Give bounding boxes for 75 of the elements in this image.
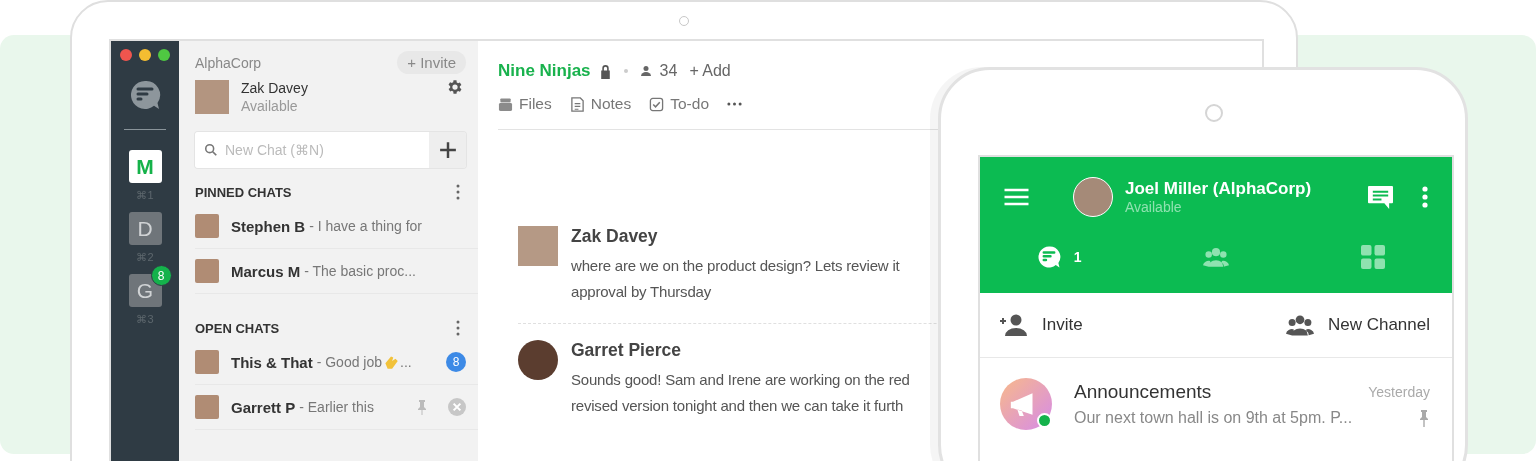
avatar-placeholder bbox=[195, 259, 219, 283]
person-icon bbox=[639, 65, 652, 77]
minimize-icon[interactable] bbox=[139, 49, 151, 61]
section-title: OPEN CHATS bbox=[195, 320, 280, 336]
message-text: approval by Thursday bbox=[571, 282, 712, 302]
chat-list-item[interactable]: This & That - Good job ... 8 bbox=[195, 340, 478, 385]
megaphone-icon bbox=[1000, 378, 1052, 430]
user-name: Zak Davey bbox=[241, 80, 309, 96]
separator-dot bbox=[623, 69, 628, 73]
chat-name: Stephen B bbox=[231, 217, 306, 235]
checkbox-icon bbox=[649, 96, 665, 112]
menu-icon[interactable] bbox=[1004, 188, 1029, 206]
message-icon[interactable] bbox=[1367, 184, 1394, 210]
message-text: revised version tonight and then we can take it furth bbox=[571, 396, 905, 416]
channel-tab[interactable]: Notes bbox=[569, 95, 632, 113]
close-icon[interactable] bbox=[120, 49, 132, 61]
add-member-link[interactable]: + Add bbox=[689, 62, 731, 80]
preview-ellipsis: ... bbox=[400, 354, 412, 370]
chat-name: Announcements bbox=[1074, 381, 1212, 403]
plus-icon bbox=[438, 141, 457, 159]
grid-icon bbox=[1360, 245, 1387, 269]
maximize-icon[interactable] bbox=[158, 49, 170, 61]
action-link[interactable]: New Channel bbox=[1285, 314, 1430, 336]
message-text: Sounds good! Sam and Irene are working on the red bbox=[571, 370, 910, 390]
chat-list-item[interactable]: Announcements Yesterday Our next town hall is on 9th at 5pm. P... bbox=[980, 358, 1452, 430]
unread-badge: 8 bbox=[150, 265, 172, 286]
chat-preview: - I have a thing for bbox=[309, 218, 423, 234]
new-chat-button[interactable] bbox=[429, 132, 466, 168]
message-author: Garret Pierce bbox=[571, 340, 682, 361]
people-icon bbox=[1285, 314, 1314, 336]
search-field[interactable]: New Chat (⌘N) bbox=[195, 132, 429, 168]
chat-list-item[interactable]: Marcus M - The basic proc... bbox=[195, 249, 478, 294]
chat-name: Marcus M bbox=[231, 262, 301, 280]
chat-name: This & That bbox=[231, 353, 313, 371]
channel-tab[interactable]: To-do bbox=[649, 95, 709, 113]
document-icon bbox=[569, 96, 585, 112]
more-icon[interactable] bbox=[727, 102, 742, 106]
chat-preview: Our next town hall is on 9th at 5pm. P... bbox=[1074, 409, 1353, 427]
unread-badge: 8 bbox=[446, 352, 466, 372]
team-name: AlphaCorp bbox=[195, 54, 262, 71]
avatar-placeholder bbox=[195, 214, 219, 238]
settings-icon[interactable] bbox=[446, 78, 464, 96]
action-link[interactable]: Invite bbox=[1000, 314, 1083, 336]
user-status: Available bbox=[241, 98, 299, 114]
files-icon bbox=[498, 96, 513, 112]
avatar-placeholder bbox=[1073, 177, 1113, 217]
message-text: where are we on the product design? Lets review it bbox=[571, 256, 900, 276]
avatar-placeholder bbox=[518, 226, 558, 266]
message-author: Zak Davey bbox=[571, 226, 659, 247]
chat-bubble-icon bbox=[1035, 245, 1062, 269]
chat-time: Yesterday bbox=[1368, 384, 1430, 400]
chat-logo-icon bbox=[129, 79, 161, 111]
avatar-placeholder bbox=[195, 395, 219, 419]
add-person-icon bbox=[1000, 314, 1028, 336]
user-status: Available bbox=[1125, 199, 1183, 215]
people-icon bbox=[1203, 245, 1229, 269]
chat-name: Garrett P bbox=[231, 398, 296, 416]
user-name: Joel Miller (AlphaCorp) bbox=[1125, 179, 1313, 199]
section-title: PINNED CHATS bbox=[195, 184, 292, 200]
search-icon bbox=[204, 143, 218, 157]
chat-preview: - The basic proc... bbox=[304, 263, 416, 279]
speaker-circle bbox=[1205, 104, 1223, 122]
chat-preview: - Earlier this bbox=[299, 399, 374, 415]
channel-tab[interactable]: Files bbox=[498, 95, 552, 113]
pin-icon[interactable] bbox=[1418, 409, 1430, 427]
more-icon[interactable] bbox=[456, 320, 460, 336]
more-icon[interactable] bbox=[456, 184, 460, 200]
workspace-button[interactable]: D bbox=[128, 212, 162, 245]
channel-name: Nine Ninjas bbox=[498, 61, 591, 81]
avatar-placeholder bbox=[195, 350, 219, 374]
chat-preview: - Good job bbox=[316, 354, 383, 370]
avatar-placeholder bbox=[195, 80, 229, 114]
member-count: 34 bbox=[659, 62, 678, 80]
chat-list-item[interactable]: Stephen B - I have a thing for bbox=[195, 204, 478, 249]
avatar-placeholder bbox=[518, 340, 558, 380]
